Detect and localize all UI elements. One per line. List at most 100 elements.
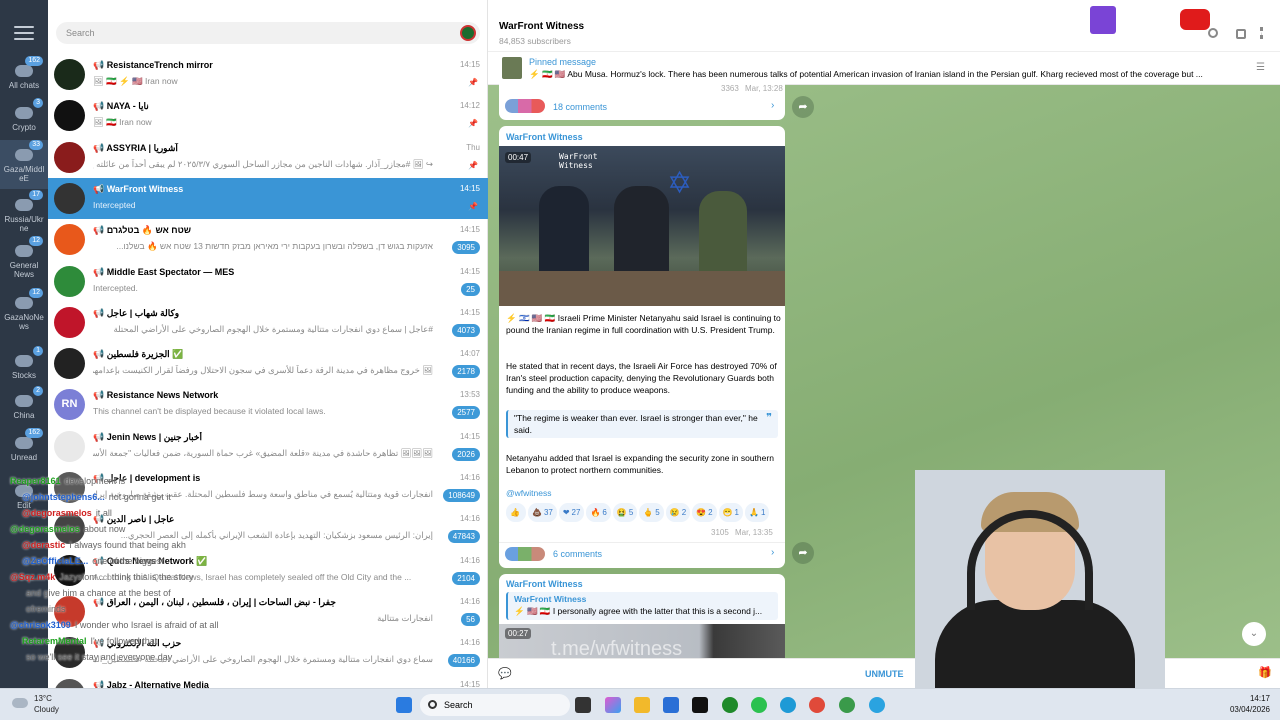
chat-row[interactable]: 📢 WarFront Witness Intercepted 14:15 📌: [48, 177, 488, 219]
chat-preview: #عاجل | سماع دوي انفجارات متتالية ومستمر…: [113, 323, 434, 334]
reaction-chip[interactable]: 😍 2: [692, 503, 717, 522]
post-tag[interactable]: @wfwitness: [506, 488, 551, 498]
previous-post-footer: 3363 Mar, 13:28 18 comments ›: [499, 84, 785, 120]
chat-row[interactable]: RN 📢 Resistance News Network This channel …: [48, 384, 488, 425]
chat-row[interactable]: 📢 وكالة شهاب | عاجل #عاجل | سماع دوي انفج…: [48, 302, 488, 343]
chat-row[interactable]: 📢 حزب الله الإلكتروني سماع دوي انفجارات م…: [48, 632, 488, 673]
xbox-icon[interactable]: [722, 697, 738, 713]
reaction-chip[interactable]: 🔥 6: [586, 503, 611, 522]
chat-row[interactable]: 📢 عاجل | ناصر الدين إيران: الرئيس مسعود ب…: [48, 508, 488, 549]
share-icon[interactable]: ➦: [792, 542, 814, 564]
folder-2[interactable]: 3 Crypto: [0, 98, 48, 138]
reply-preview[interactable]: WarFront Witness ⚡ 🇺🇸 🇮🇷 I personally ag…: [506, 592, 778, 620]
reaction-chip[interactable]: ❤ 27: [558, 503, 585, 522]
comment-icon[interactable]: 💬: [498, 667, 512, 680]
chat-row[interactable]: 📢 جفرا - نبض الساحات | إيران ، فلسطين ، …: [48, 591, 488, 632]
folder-label: Unread: [10, 453, 38, 462]
copilot-icon[interactable]: [605, 697, 621, 713]
gift-icon[interactable]: 🎁: [1258, 666, 1272, 679]
chat-avatar: [54, 306, 85, 338]
chat-row[interactable]: 📢 ResistanceTrench mirror 🖼 🇮🇷 ⚡ 🇺🇸 Iran …: [48, 54, 488, 95]
chat-time: 14:07: [459, 349, 480, 359]
next-post-author[interactable]: WarFront Witness: [506, 579, 583, 589]
store-icon[interactable]: [663, 697, 679, 713]
capcut-icon[interactable]: [692, 697, 708, 713]
chat-avatar: [54, 554, 85, 586]
chat-row[interactable]: 📢 שטח אש 🔥 בטלגרם אזעקות בגוש דן, בשפלה ו…: [48, 219, 488, 260]
share-icon[interactable]: ➦: [792, 96, 814, 118]
whatsapp-icon[interactable]: [751, 697, 767, 713]
profile-avatar[interactable]: [460, 25, 476, 41]
chat-bubble-icon: 3: [13, 98, 43, 120]
previous-comments-link[interactable]: 18 comments: [553, 102, 607, 112]
edge-icon[interactable]: [780, 697, 796, 713]
channel-title: WarFront Witness: [499, 21, 585, 32]
unread-count-badge: 2577: [452, 406, 480, 420]
chat-row[interactable]: 📢 NAYA - نايا 🖼 🇮🇷 Iran now 14:12 📌: [48, 95, 488, 136]
chat-preview: אזעקות בגוש דן, בשפלה ובשרון בעקבות ירי …: [116, 241, 433, 252]
folder-5[interactable]: 12 General News: [0, 236, 48, 285]
taskbar-search[interactable]: Search: [420, 694, 570, 716]
chat-time: 14:15: [459, 183, 480, 193]
folder-icon-shape: [15, 149, 33, 161]
next-post-video[interactable]: 00:27 t.me/wfwitness: [499, 624, 785, 658]
chat-row[interactable]: 📢 Quds News Network ✅ According to Al-Qas…: [48, 550, 488, 591]
comments-link[interactable]: 6 comments: [553, 549, 602, 559]
pin-list-icon[interactable]: ☰: [1256, 62, 1265, 73]
chat-bubble-icon: 12: [13, 288, 43, 310]
folder-1[interactable]: 162 All chats: [0, 56, 48, 96]
chat-preview: 🖼🖼🖼 تظاهرة حاشدة في مدينة «قلعة المضيق» …: [93, 447, 433, 458]
folder-3[interactable]: 33 Gaza/Middl eE: [0, 140, 48, 189]
reaction-count: 27: [571, 508, 581, 517]
search-icon[interactable]: [1208, 28, 1218, 38]
chat-row[interactable]: 📢 الجزيرة فلسطين ✅ 🖼 خروج مظاهرة في مدينة…: [48, 343, 488, 384]
video-watermark: WarFront Witness: [559, 152, 598, 170]
windows-start-icon[interactable]: [396, 697, 412, 713]
pinned-message-bar[interactable]: Pinned message ⚡ 🇮🇷 🇺🇸 Abu Musa. Hormuz'…: [488, 52, 1280, 85]
chat-time: 14:15: [459, 307, 480, 317]
task-view-icon[interactable]: [575, 697, 591, 713]
post-author[interactable]: WarFront Witness: [506, 132, 583, 142]
reaction-chip[interactable]: 🤮 5: [612, 503, 638, 522]
chat-preview: إيران: الرئيس مسعود بزشكيان: التهديد بإع…: [120, 530, 433, 541]
reaction-chip[interactable]: 😢 2: [665, 503, 691, 522]
hamburger-menu-icon[interactable]: [14, 26, 34, 40]
chat-row[interactable]: 📢 ASSYRIA | آشوريا ↪ 🖼 #مجازر_آذار. شهادا…: [48, 137, 488, 178]
reply-text: ⚡ 🇺🇸 🇮🇷 I personally agree with the latt…: [514, 606, 763, 616]
reaction-chip[interactable]: 😁 1: [718, 503, 743, 522]
chrome-profile-icon[interactable]: [839, 697, 855, 713]
chat-bubble-icon: 33: [13, 140, 43, 162]
video-watermark: t.me/wfwitness: [551, 638, 683, 658]
folder-4[interactable]: 17 Russia/Ukr ne: [0, 190, 48, 239]
chat-row[interactable]: 📢 Middle East Spectator — MES Intercepted…: [48, 261, 488, 302]
folder-8[interactable]: 2 China: [0, 386, 48, 426]
reaction-chip[interactable]: 🙏 1: [744, 503, 770, 522]
folder-6[interactable]: 12 GazaNoNe ws: [0, 288, 48, 337]
telegram-icon[interactable]: [869, 697, 885, 713]
system-clock[interactable]: 14:17 03/04/2026: [1230, 694, 1270, 714]
unmute-button[interactable]: UNMUTE: [865, 669, 904, 679]
folder-7[interactable]: 1 Stocks: [0, 346, 48, 386]
chevron-right-icon: ›: [771, 100, 775, 111]
chat-name: 📢 حزب الله الإلكتروني: [93, 638, 182, 649]
chat-preview: انفجارات متتالية: [377, 612, 433, 623]
post-video[interactable]: 00:47 WarFront Witness ✡: [499, 146, 785, 306]
search-input[interactable]: Search: [56, 22, 480, 44]
folder-label: Crypto: [12, 123, 36, 132]
chat-name: 📢 שטח אש 🔥 בטלגרם: [93, 225, 192, 236]
scroll-down-icon[interactable]: ⌄: [1242, 622, 1266, 646]
chat-row[interactable]: 📢 عاجل | development is انفجارات قوية ومت…: [48, 467, 488, 508]
channel-header[interactable]: WarFront Witness 84,853 subscribers: [488, 0, 1280, 52]
reaction-chip[interactable]: 🖕 5: [639, 503, 664, 522]
chat-row[interactable]: 📢 Jenin News | أخبار جنين 🖼🖼🖼 تظاهرة حاشد…: [48, 426, 488, 467]
chat-avatar: RN: [54, 389, 85, 421]
reaction-chip[interactable]: 💩 37: [527, 503, 557, 522]
sidebar-toggle-icon[interactable]: [1236, 29, 1246, 39]
reaction-chip[interactable]: 👍: [506, 503, 526, 522]
more-options-icon[interactable]: [1260, 27, 1263, 39]
chrome-icon[interactable]: [809, 697, 825, 713]
file-explorer-icon[interactable]: [634, 697, 650, 713]
folder-10[interactable]: Edit: [0, 476, 48, 516]
folder-9[interactable]: 162 Unread: [0, 428, 48, 468]
pin-icon: 📌: [468, 201, 478, 211]
